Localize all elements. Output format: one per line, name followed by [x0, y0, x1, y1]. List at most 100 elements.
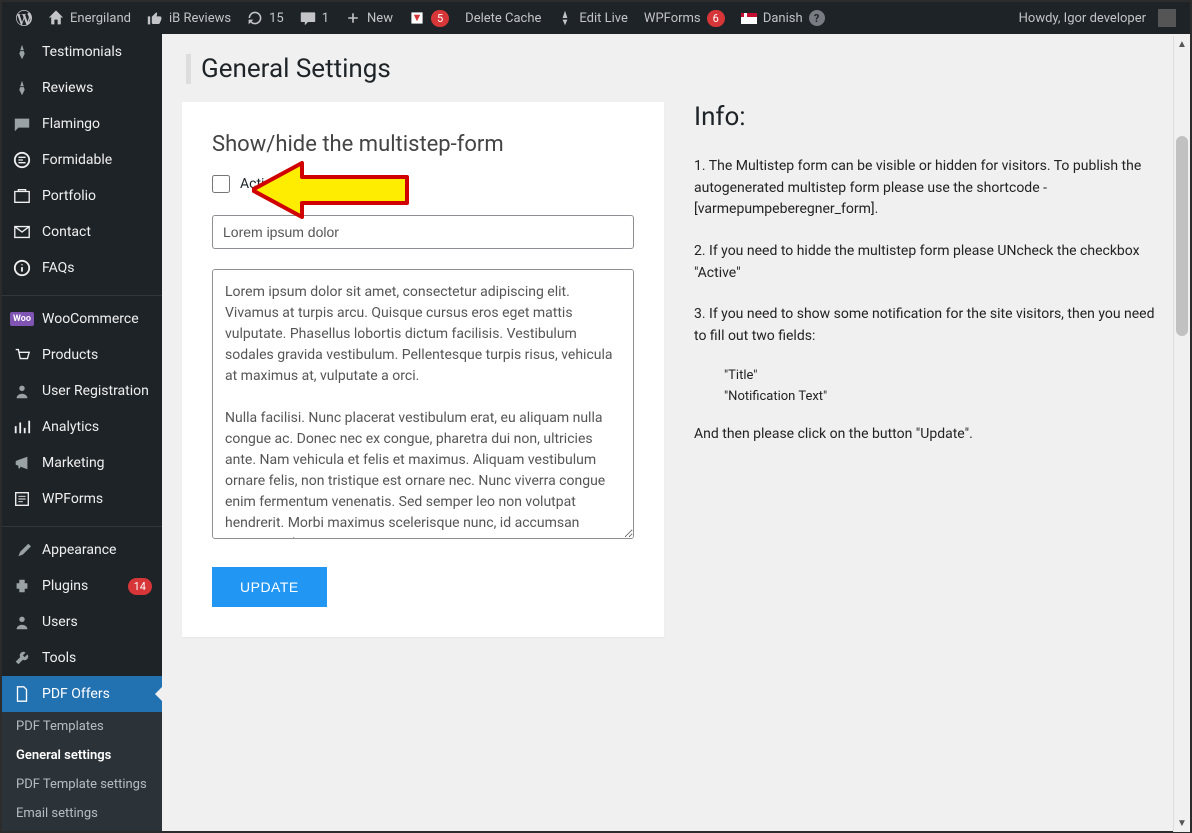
sidebar-label: Plugins	[42, 578, 88, 594]
comment-icon	[300, 10, 316, 26]
scrollbar-up[interactable]: ▲	[1174, 36, 1190, 53]
delete-cache-link[interactable]: Delete Cache	[457, 2, 549, 34]
help-icon: ?	[809, 10, 825, 26]
sidebar-item-users[interactable]: Users	[2, 604, 162, 640]
wp-logo[interactable]	[8, 2, 40, 34]
edit-live-icon	[557, 10, 573, 26]
submenu-offers[interactable]: Offers	[2, 828, 162, 831]
wordpress-icon	[16, 10, 32, 26]
language-link[interactable]: Danish ?	[733, 2, 833, 34]
sidebar-item-wpforms[interactable]: WPForms	[2, 481, 162, 517]
sidebar-label: Products	[42, 347, 98, 363]
update-button[interactable]: UPDATE	[212, 567, 327, 607]
edit-live-label: Edit Live	[579, 11, 628, 26]
products-icon	[13, 346, 31, 364]
sidebar-label: WooCommerce	[42, 311, 139, 327]
pin-icon	[13, 79, 31, 97]
portfolio-icon	[13, 187, 31, 205]
plus-icon	[345, 10, 361, 26]
sidebar-item-plugins[interactable]: Plugins 14	[2, 568, 162, 604]
brush-icon	[13, 541, 31, 559]
sidebar-label: Portfolio	[42, 188, 96, 204]
edit-live-link[interactable]: Edit Live	[549, 2, 636, 34]
sidebar-label: FAQs	[42, 260, 75, 276]
page-title: General Settings	[186, 54, 1170, 84]
sidebar-item-products[interactable]: Products	[2, 337, 162, 373]
wpforms-link[interactable]: WPForms 6	[636, 2, 733, 34]
sidebar-item-formidable[interactable]: Formidable	[2, 142, 162, 178]
wpforms-label: WPForms	[644, 11, 701, 26]
sidebar-item-faqs[interactable]: FAQs	[2, 250, 162, 286]
delete-cache-label: Delete Cache	[465, 11, 541, 26]
pin-icon	[13, 43, 31, 61]
sidebar-item-analytics[interactable]: Analytics	[2, 409, 162, 445]
info-q2: "Notification Text"	[724, 389, 1159, 404]
plugin-icon	[13, 577, 31, 595]
scrollbar-thumb[interactable]	[1176, 136, 1188, 336]
new-label: New	[367, 11, 393, 26]
card-heading: Show/hide the multistep-form	[212, 132, 634, 157]
sidebar-item-portfolio[interactable]: Portfolio	[2, 178, 162, 214]
avatar	[1158, 9, 1176, 27]
sidebar-label: Tools	[42, 650, 76, 666]
megaphone-icon	[13, 454, 31, 472]
analytics-icon	[13, 418, 31, 436]
info-p3: 3. If you need to show some notification…	[694, 304, 1159, 347]
submenu-email-settings[interactable]: Email settings	[2, 799, 162, 828]
scrollbar[interactable]: ▲ ▼	[1173, 36, 1190, 832]
sidebar-item-testimonials[interactable]: Testimonials	[2, 34, 162, 70]
mail-icon	[13, 223, 31, 241]
refresh-link[interactable]: 15	[239, 2, 292, 34]
sidebar-label: Marketing	[42, 455, 105, 471]
submenu-pdf-template-settings[interactable]: PDF Template settings	[2, 770, 162, 799]
submenu-general-settings[interactable]: General settings	[2, 741, 162, 770]
site-name-link[interactable]: Energiland	[40, 2, 139, 34]
sidebar-label: Users	[42, 614, 78, 630]
ib-reviews-label: iB Reviews	[169, 11, 231, 26]
new-link[interactable]: New	[337, 2, 401, 34]
sidebar-item-pdf-offers[interactable]: PDF Offers	[2, 676, 162, 712]
plugins-count: 14	[128, 578, 152, 595]
sidebar-item-flamingo[interactable]: Flamingo	[2, 106, 162, 142]
title-input[interactable]	[212, 215, 634, 249]
submenu-pdf-templates[interactable]: PDF Templates	[2, 712, 162, 741]
info-column: Info: 1. The Multistep form can be visib…	[694, 102, 1159, 466]
notification-textarea[interactable]	[212, 269, 634, 539]
autoptimize-link[interactable]: 5	[401, 2, 457, 34]
sidebar-item-appearance[interactable]: Appearance	[2, 532, 162, 568]
admin-bar: Energiland iB Reviews 15 1 New 5 Delete …	[2, 2, 1190, 34]
sidebar-label: Analytics	[42, 419, 99, 435]
sidebar-item-marketing[interactable]: Marketing	[2, 445, 162, 481]
ib-reviews-link[interactable]: iB Reviews	[139, 2, 239, 34]
sidebar-label: PDF Offers	[42, 686, 110, 702]
home-icon	[48, 10, 64, 26]
users-icon	[13, 613, 31, 631]
info-p4: And then please click on the button "Upd…	[694, 424, 1159, 446]
comments-link[interactable]: 1	[292, 2, 337, 34]
info-heading: Info:	[694, 102, 1159, 132]
account-link[interactable]: Howdy, Igor developer	[1011, 2, 1184, 34]
sidebar-item-user-registration[interactable]: User Registration	[2, 373, 162, 409]
sidebar-item-tools[interactable]: Tools	[2, 640, 162, 676]
info-q1: "Title"	[724, 368, 1159, 383]
sidebar-item-contact[interactable]: Contact	[2, 214, 162, 250]
wpforms-icon	[13, 490, 31, 508]
autoptimize-icon	[409, 10, 425, 26]
sidebar-label: Contact	[42, 224, 91, 240]
wpforms-count: 6	[707, 10, 725, 27]
sidebar-item-woocommerce[interactable]: WooWooCommerce	[2, 301, 162, 337]
sidebar-label: Reviews	[42, 80, 93, 96]
info-p1: 1. The Multistep form can be visible or …	[694, 156, 1159, 221]
sidebar-item-reviews[interactable]: Reviews	[2, 70, 162, 106]
active-label[interactable]: Active	[240, 176, 279, 192]
scrollbar-down[interactable]: ▼	[1174, 815, 1190, 832]
user-reg-icon	[13, 382, 31, 400]
sidebar-label: Formidable	[42, 152, 112, 168]
tools-icon	[13, 649, 31, 667]
active-checkbox[interactable]	[212, 175, 230, 193]
sidebar-label: Flamingo	[42, 116, 100, 132]
formidable-icon	[13, 151, 31, 169]
sidebar-label: Appearance	[42, 542, 116, 558]
comments-count: 1	[322, 11, 329, 26]
info-icon	[13, 259, 31, 277]
